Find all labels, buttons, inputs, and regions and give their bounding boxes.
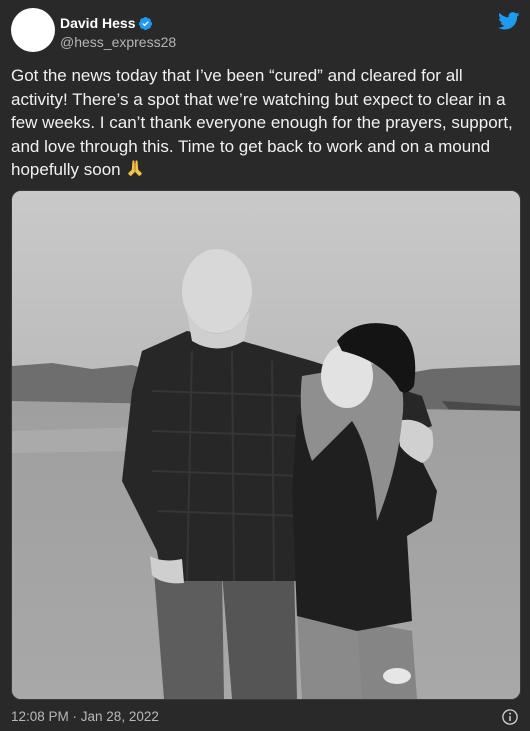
display-name[interactable]: David Hess (60, 15, 135, 31)
handle[interactable]: @hess_express28 (60, 34, 176, 50)
avatar[interactable] (11, 8, 55, 52)
twitter-bird-icon[interactable] (498, 12, 520, 30)
tweet-footer: 12:08 PM · Jan 28, 2022 (11, 708, 519, 726)
tweet-card[interactable]: David Hess @hess_express28 Got the news … (0, 0, 530, 731)
info-icon[interactable] (501, 708, 519, 726)
author-block[interactable]: David Hess @hess_express28 (60, 14, 176, 50)
tweet-photo[interactable] (11, 190, 521, 700)
tweet-header: David Hess @hess_express28 (11, 8, 521, 54)
verified-badge-icon (139, 16, 153, 30)
name-row: David Hess (60, 14, 176, 32)
tweet-text: Got the news today that I’ve been “cured… (11, 64, 521, 182)
photo-couple-beach (12, 191, 520, 699)
folded-hands-emoji-icon (128, 160, 143, 177)
tweet-text-body: Got the news today that I’ve been “cured… (11, 66, 518, 180)
timestamp[interactable]: 12:08 PM · Jan 28, 2022 (11, 709, 159, 724)
